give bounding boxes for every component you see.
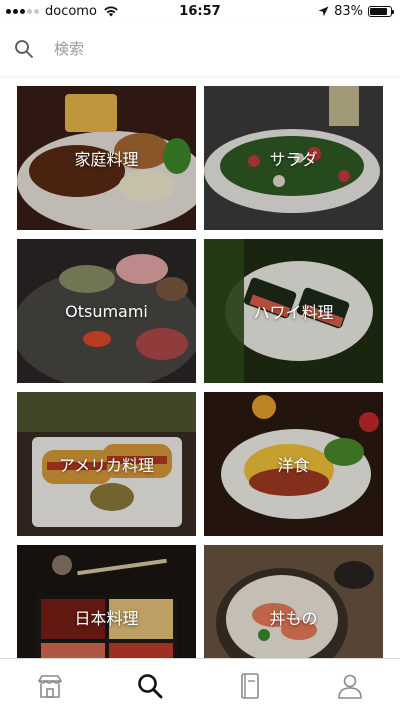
wifi-icon <box>104 6 118 17</box>
tab-search[interactable] <box>120 666 180 706</box>
book-icon <box>241 672 259 699</box>
category-tile-japanese[interactable]: 日本料理 <box>17 545 196 658</box>
category-label: Otsumami <box>65 301 148 321</box>
status-bar: docomo 16:57 83% <box>0 0 400 22</box>
carrier-name: docomo <box>45 3 97 19</box>
category-tile-american[interactable]: アメリカ料理 <box>17 392 196 536</box>
battery-icon <box>368 5 394 17</box>
category-label: ハワイ料理 <box>253 303 334 322</box>
category-tile-donburi[interactable]: 丼もの <box>204 545 383 658</box>
category-tile-otsumami[interactable]: Otsumami <box>17 239 196 383</box>
status-bar-left: docomo <box>0 4 119 19</box>
category-tile-hawaiian[interactable]: ハワイ料理 <box>204 239 383 383</box>
tab-home[interactable] <box>20 666 80 706</box>
battery-percent: 83% <box>334 3 363 19</box>
tab-profile[interactable] <box>320 666 380 706</box>
category-label: 洋食 <box>277 456 310 475</box>
search-icon <box>15 40 33 58</box>
tab-bar <box>0 658 400 712</box>
location-arrow-icon <box>318 6 329 16</box>
category-label: 家庭料理 <box>74 150 139 169</box>
status-bar-time: 16:57 <box>179 3 221 19</box>
signal-strength-icon <box>6 8 39 14</box>
search-icon <box>138 673 163 698</box>
category-label: サラダ <box>269 150 318 169</box>
category-label: 日本料理 <box>74 609 139 628</box>
category-tile-salad[interactable]: サラダ <box>204 86 383 230</box>
category-tile-western[interactable]: 洋食 <box>204 392 383 536</box>
status-bar-right: 83% <box>318 4 400 19</box>
store-icon <box>38 674 62 698</box>
tab-recipes[interactable] <box>220 666 280 706</box>
tile-shade <box>17 545 196 658</box>
battery-fill <box>370 7 387 15</box>
category-label: アメリカ料理 <box>58 456 155 475</box>
profile-icon <box>338 674 362 699</box>
category-grid: 家庭料理 サラダ Otsumami ハワイ料理 アメリカ料理 洋食 日本料理 丼… <box>0 76 400 658</box>
tile-shade <box>204 545 383 658</box>
category-tile-home-cooking[interactable]: 家庭料理 <box>17 86 196 230</box>
category-label: 丼もの <box>269 609 318 628</box>
search-bar <box>0 22 400 76</box>
search-input[interactable] <box>52 39 356 59</box>
